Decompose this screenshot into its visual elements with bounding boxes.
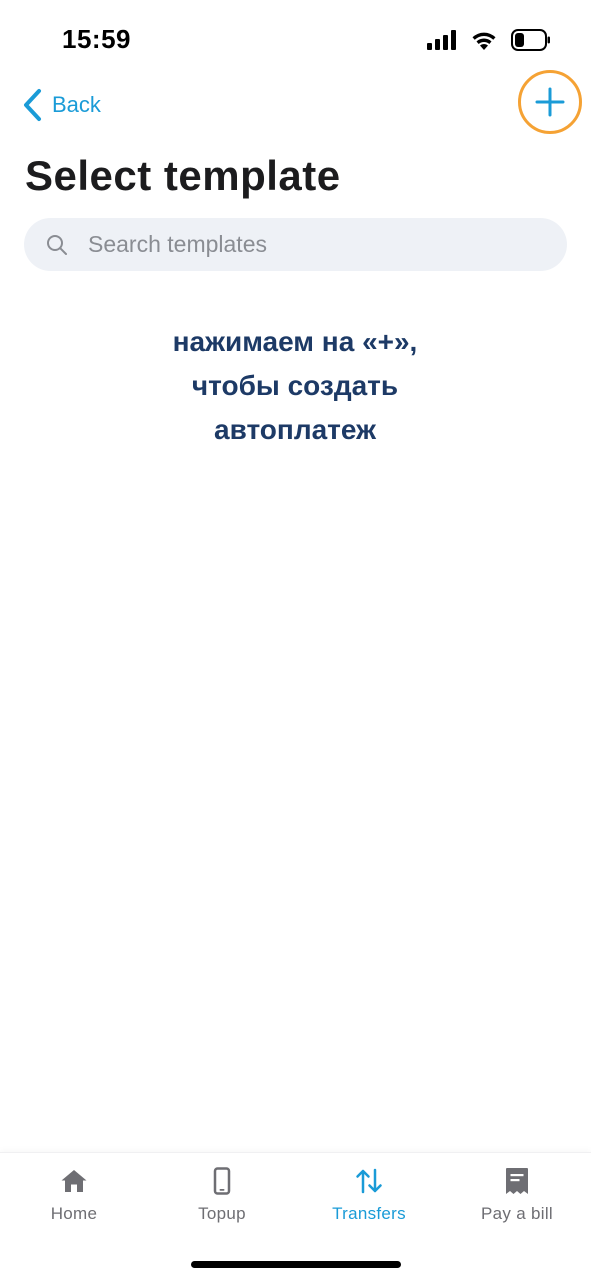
status-icons bbox=[427, 28, 551, 52]
search-icon bbox=[47, 234, 67, 255]
add-template-button[interactable] bbox=[518, 70, 582, 134]
instruction-line: чтобы создать bbox=[191, 370, 399, 401]
search-bar[interactable] bbox=[24, 218, 567, 271]
instruction-line: нажимаем на «+», bbox=[172, 326, 418, 357]
status-bar: 15:59 bbox=[0, 0, 591, 80]
transfer-arrows-icon bbox=[356, 1168, 382, 1194]
back-label: Back bbox=[52, 92, 101, 117]
page-title: Select template bbox=[25, 152, 341, 199]
battery-icon bbox=[511, 29, 550, 51]
phone-icon bbox=[213, 1167, 231, 1195]
tab-pay-a-bill-label: Pay a bill bbox=[481, 1204, 553, 1223]
tab-home-label: Home bbox=[50, 1204, 98, 1223]
bill-icon bbox=[506, 1168, 528, 1194]
plus-icon bbox=[535, 87, 565, 117]
tab-transfers[interactable]: Transfers bbox=[295, 1167, 443, 1224]
search-input[interactable] bbox=[86, 230, 510, 259]
tab-topup[interactable]: Topup bbox=[148, 1167, 296, 1224]
tab-transfers-label: Transfers bbox=[332, 1204, 406, 1223]
wifi-icon bbox=[472, 32, 496, 50]
home-indicator bbox=[191, 1261, 401, 1268]
home-icon bbox=[61, 1170, 87, 1192]
tab-pay-a-bill[interactable]: Pay a bill bbox=[443, 1167, 591, 1224]
status-time: 15:59 bbox=[62, 24, 131, 54]
instruction-line: автоплатеж bbox=[214, 414, 376, 445]
tab-home[interactable]: Home bbox=[0, 1167, 148, 1224]
tab-topup-label: Topup bbox=[198, 1204, 246, 1223]
instruction-annotation: нажимаем на «+», чтобы создать автоплате… bbox=[90, 320, 500, 452]
back-button[interactable]: Back bbox=[22, 85, 101, 125]
cellular-signal-icon bbox=[427, 30, 456, 50]
chevron-left-icon bbox=[24, 89, 41, 121]
